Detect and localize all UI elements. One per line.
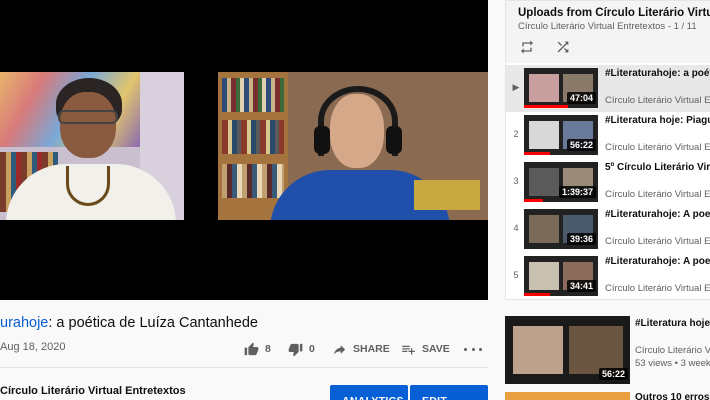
more-dot-icon xyxy=(479,347,482,351)
playlist-thumbnail[interactable]: 56:22 xyxy=(524,115,598,155)
now-playing-indicator: ▶ xyxy=(512,82,520,92)
thumbnail-frame xyxy=(569,326,623,374)
duration-badge: 39:36 xyxy=(566,233,596,245)
thumbnail-frame xyxy=(529,74,559,102)
playlist-item-channel: Círculo Literário Virtual Entretextos xyxy=(605,95,710,106)
upload-date: Aug 18, 2020 xyxy=(0,341,66,353)
dislike-count: 0 xyxy=(309,343,315,355)
playlist-item-title[interactable]: #Literaturahoje: a poética de Luíza Cant… xyxy=(605,68,710,80)
playlist-item-channel: Círculo Literário Virtual Entretextos xyxy=(605,142,710,153)
playlist-title[interactable]: Uploads from Círculo Literário Virtual E… xyxy=(518,7,710,19)
save-label: SAVE xyxy=(422,343,450,355)
box xyxy=(414,180,480,210)
save-button[interactable]: SAVE xyxy=(401,340,450,358)
related-video-title[interactable]: Outros 10 erros xyxy=(635,392,710,400)
like-button[interactable]: 8 xyxy=(244,340,271,358)
video-title-hashtag[interactable]: urahoje xyxy=(0,315,48,331)
playlist-item-title[interactable]: 5º Círculo Literário Virtual Portal Entr… xyxy=(605,162,710,174)
video-player[interactable] xyxy=(0,0,488,300)
related-video-channel[interactable]: Círculo Literário Virtual Entretextos xyxy=(635,345,710,356)
books xyxy=(222,164,284,198)
books xyxy=(222,120,284,154)
divider xyxy=(0,367,488,368)
thumbnail-frame xyxy=(529,168,559,196)
duration-badge: 47:04 xyxy=(566,92,596,104)
playlist-header: Uploads from Círculo Literário Virtual E… xyxy=(506,1,710,63)
channel-name[interactable]: Círculo Literário Virtual Entretextos xyxy=(0,385,186,397)
video-title: urahoje: a poética de Luíza Cantanhede xyxy=(0,315,258,331)
duration-badge: 1:39:37 xyxy=(558,186,596,198)
speaker-face xyxy=(60,92,116,158)
related-video[interactable]: 56:22 #Literatura hoje: Piaguí literatur… xyxy=(505,316,710,384)
playlist-index: 5 xyxy=(513,270,519,280)
related-video[interactable]: Outros 10 erros xyxy=(505,392,710,400)
playlist-item-channel: Círculo Literário Virtual Entretextos xyxy=(605,189,710,200)
loop-icon[interactable] xyxy=(518,39,536,55)
video-frame-right-speaker xyxy=(218,72,488,220)
playlist-item-title[interactable]: #Literaturahoje: A poesia de Diego Mende… xyxy=(605,256,710,268)
playlist-subtitle: Círculo Literário Virtual Entretextos - … xyxy=(518,21,697,32)
speaker-glasses xyxy=(58,110,118,124)
like-count: 8 xyxy=(265,343,271,355)
thumbs-up-icon xyxy=(244,342,259,355)
playlist-item[interactable]: ▶ 47:04 #Literaturahoje: a poética de Lu… xyxy=(506,65,710,112)
playlist-item-channel: Círculo Literário Virtual Entretextos xyxy=(605,236,710,247)
playlist-index: 3 xyxy=(513,176,519,186)
watch-progress-bar xyxy=(524,293,550,296)
shuffle-icon[interactable] xyxy=(554,39,572,55)
edit-video-button[interactable]: EDIT VIDEO xyxy=(410,385,488,400)
playlist-thumbnail[interactable]: 1:39:37 xyxy=(524,162,598,202)
video-frame-left-speaker xyxy=(0,72,184,220)
thumbs-down-icon xyxy=(288,343,303,356)
duration-badge: 56:22 xyxy=(598,368,628,380)
more-actions-button[interactable] xyxy=(464,341,482,357)
thumbnail-frame xyxy=(529,121,559,149)
playlist-item[interactable]: 5 34:41 #Literaturahoje: A poesia de Die… xyxy=(506,253,710,299)
related-thumbnail[interactable] xyxy=(505,392,630,400)
watch-progress-bar xyxy=(524,152,550,155)
dislike-button[interactable]: 0 xyxy=(288,340,315,358)
bookcase xyxy=(218,72,288,220)
playlist-index: 2 xyxy=(513,129,519,139)
related-video-title[interactable]: #Literatura hoje: Piaguí literatura de P… xyxy=(635,318,710,330)
share-button[interactable]: SHARE xyxy=(332,340,390,358)
playlist-thumbnail[interactable]: 47:04 xyxy=(524,68,598,108)
share-arrow-icon xyxy=(333,344,346,354)
more-dot-icon xyxy=(464,347,467,351)
headphone-earcup xyxy=(386,126,402,154)
watch-progress-bar xyxy=(524,199,543,202)
analytics-button[interactable]: ANALYTICS xyxy=(330,385,408,400)
playlist-thumbnail[interactable]: 39:36 xyxy=(524,209,598,249)
playlist-item-title[interactable]: #Literatura hoje: Piaguí literatura de P… xyxy=(605,115,710,127)
playlist-add-icon xyxy=(402,345,415,354)
watch-progress-bar xyxy=(524,105,569,108)
thumbnail-frame xyxy=(513,326,563,374)
share-label: SHARE xyxy=(353,343,390,355)
duration-badge: 56:22 xyxy=(566,139,596,151)
playlist-item-channel: Círculo Literário Virtual Entretextos xyxy=(605,283,710,294)
more-dot-icon xyxy=(471,347,475,351)
playlist-index: 4 xyxy=(513,223,519,233)
video-title-text: : a poética de Luíza Cantanhede xyxy=(48,315,258,331)
books xyxy=(222,78,284,112)
playlist-item[interactable]: 2 56:22 #Literatura hoje: Piaguí literat… xyxy=(506,112,710,159)
playlist-panel: Uploads from Círculo Literário Virtual E… xyxy=(505,0,710,300)
playlist-item[interactable]: 3 1:39:37 5º Círculo Literário Virtual P… xyxy=(506,159,710,206)
duration-badge: 34:41 xyxy=(566,280,596,292)
thumbnail-frame xyxy=(529,262,559,290)
playlist-item-title[interactable]: #Literaturahoje: A poesia de Efraim Amaz… xyxy=(605,209,710,221)
related-video-views: 53 views • 3 weeks ago xyxy=(635,358,710,369)
playlist-thumbnail[interactable]: 34:41 xyxy=(524,256,598,296)
thumbnail-frame xyxy=(529,215,559,243)
playlist-item[interactable]: 4 39:36 #Literaturahoje: A poesia de Efr… xyxy=(506,206,710,253)
related-thumbnail[interactable]: 56:22 xyxy=(505,316,630,384)
headphone-earcup xyxy=(314,126,330,154)
